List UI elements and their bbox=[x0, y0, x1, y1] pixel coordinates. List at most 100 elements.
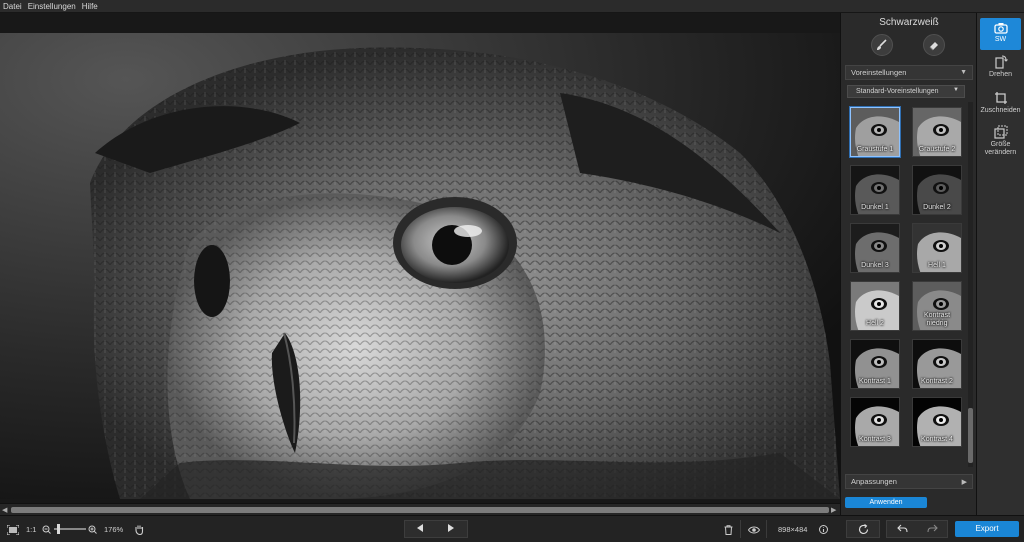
triangle-left-icon bbox=[417, 524, 423, 532]
menu-file[interactable]: Datei bbox=[0, 2, 25, 11]
zoom-out-button[interactable] bbox=[42, 516, 51, 542]
strip-item-sw[interactable]: SW bbox=[980, 18, 1021, 50]
preset-label: Dunkel 1 bbox=[861, 204, 889, 211]
strip-item-label: Größe verändern bbox=[984, 141, 1017, 156]
horizontal-scrollbar[interactable]: ◀ ▶ bbox=[0, 503, 840, 515]
undo-icon bbox=[896, 524, 908, 532]
hand-icon bbox=[135, 525, 144, 535]
preset-thumbnail[interactable]: Graustufe 1 bbox=[850, 107, 900, 157]
hand-tool-button[interactable] bbox=[134, 516, 144, 542]
strip-item-label: SW bbox=[994, 36, 1007, 43]
actual-size-button[interactable]: 1:1 bbox=[26, 516, 36, 542]
preset-label: Dunkel 3 bbox=[861, 262, 889, 269]
preset-dropdown[interactable]: Standard-Voreinstellungen ▼ bbox=[847, 85, 965, 98]
info-button[interactable] bbox=[819, 516, 828, 542]
strip-item-rotate[interactable]: Drehen bbox=[980, 55, 1021, 85]
preset-scrollbar-thumb[interactable] bbox=[968, 408, 973, 463]
preset-thumbnail[interactable]: Hell 2 bbox=[850, 281, 900, 331]
preset-label: Dunkel 2 bbox=[923, 204, 951, 211]
camera-icon bbox=[993, 23, 1008, 34]
zoom-in-icon bbox=[88, 525, 97, 534]
eye-icon bbox=[748, 526, 760, 533]
refresh-icon bbox=[858, 523, 868, 534]
preset-label: Kontrast 3 bbox=[859, 436, 891, 443]
reset-button[interactable] bbox=[846, 520, 880, 538]
rotate-icon bbox=[994, 55, 1008, 69]
adjustments-section-header[interactable]: Anpassungen ▶ bbox=[845, 474, 973, 489]
presets-section-label: Voreinstellungen bbox=[851, 68, 907, 77]
fit-screen-button[interactable] bbox=[7, 516, 19, 542]
resize-icon bbox=[993, 125, 1007, 139]
image-navigation bbox=[404, 520, 468, 538]
zoom-slider-knob[interactable] bbox=[57, 524, 60, 534]
fit-screen-icon bbox=[7, 524, 19, 535]
trash-icon bbox=[724, 524, 733, 535]
adjustments-section-label: Anpassungen bbox=[851, 477, 897, 486]
divider bbox=[766, 520, 767, 538]
scrollbar-thumb[interactable] bbox=[11, 507, 829, 513]
delete-button[interactable] bbox=[724, 516, 733, 542]
preset-label: Hell 2 bbox=[866, 320, 884, 327]
strip-item-resize[interactable]: Größe verändern bbox=[980, 125, 1021, 159]
preset-label: Graustufe 2 bbox=[918, 146, 956, 153]
preset-dropdown-value: Standard-Voreinstellungen bbox=[856, 88, 939, 95]
preset-thumbnail[interactable]: Kontrast niedrig bbox=[912, 281, 962, 331]
tool-strip: SW Drehen Zuschneiden Größe verändern bbox=[976, 13, 1024, 515]
triangle-right-icon bbox=[448, 524, 454, 532]
preset-label: Kontrast 1 bbox=[859, 378, 891, 385]
image-dimensions: 898×484 bbox=[778, 525, 808, 534]
preset-thumbnail[interactable]: Dunkel 1 bbox=[850, 165, 900, 215]
eraser-icon bbox=[929, 42, 938, 51]
photo-preview bbox=[0, 33, 840, 499]
preset-scrollbar[interactable] bbox=[968, 102, 973, 467]
preset-thumbnail[interactable]: Kontrast 2 bbox=[912, 339, 962, 389]
compare-view-button[interactable] bbox=[748, 516, 760, 542]
preset-thumbnail[interactable]: Kontrast 4 bbox=[912, 397, 962, 447]
preset-thumbnail[interactable]: Dunkel 3 bbox=[850, 223, 900, 273]
previous-image-button[interactable] bbox=[417, 524, 424, 534]
zoom-in-button[interactable] bbox=[88, 516, 97, 542]
menu-bar: Datei Einstellungen Hilfe bbox=[0, 0, 1024, 13]
divider bbox=[740, 520, 741, 538]
caret-down-icon: ▼ bbox=[953, 87, 959, 93]
chevron-down-icon: ▼ bbox=[960, 69, 967, 76]
preset-thumbnail[interactable]: Hell 1 bbox=[912, 223, 962, 273]
scroll-right-icon[interactable]: ▶ bbox=[831, 506, 836, 514]
strip-item-label: Zuschneiden bbox=[980, 107, 1021, 114]
zoom-level: 176% bbox=[104, 525, 124, 534]
crop-icon bbox=[994, 92, 1007, 104]
strip-item-label: Drehen bbox=[989, 71, 1012, 78]
app-window: Datei Einstellungen Hilfe ◀ ▶ Schwarzwei… bbox=[0, 0, 1024, 542]
export-button[interactable]: Export bbox=[955, 521, 1019, 537]
history-controls bbox=[886, 520, 948, 538]
brush-icon bbox=[877, 39, 887, 50]
apply-button[interactable]: Anwenden bbox=[845, 497, 927, 508]
info-icon bbox=[819, 525, 828, 534]
presets-section-header[interactable]: Voreinstellungen ▼ bbox=[845, 65, 973, 80]
effect-panel: Schwarzweiß Voreinstellungen ▼ Standard-… bbox=[840, 13, 976, 515]
brush-button[interactable] bbox=[871, 34, 893, 56]
scroll-left-icon[interactable]: ◀ bbox=[2, 506, 7, 514]
redo-button[interactable] bbox=[926, 524, 938, 535]
preset-label: Kontrast 4 bbox=[921, 436, 953, 443]
panel-title: Schwarzweiß bbox=[879, 17, 939, 28]
preset-thumbnail[interactable]: Dunkel 2 bbox=[912, 165, 962, 215]
strip-item-crop[interactable]: Zuschneiden bbox=[980, 91, 1021, 121]
preset-thumbnail[interactable]: Graustufe 2 bbox=[912, 107, 962, 157]
zoom-out-icon bbox=[42, 525, 51, 534]
chevron-right-icon: ▶ bbox=[961, 479, 967, 486]
menu-settings[interactable]: Einstellungen bbox=[25, 2, 79, 11]
image-canvas[interactable] bbox=[0, 13, 840, 503]
preset-grid: Graustufe 1 Graustufe 2 Dunkel 1 Dunkel 2 Du… bbox=[845, 102, 967, 467]
eraser-button[interactable] bbox=[923, 34, 945, 56]
preset-thumbnail[interactable]: Kontrast 1 bbox=[850, 339, 900, 389]
redo-icon bbox=[926, 524, 938, 532]
preset-thumbnail[interactable]: Kontrast 3 bbox=[850, 397, 900, 447]
preset-label: Kontrast niedrig bbox=[923, 312, 951, 327]
undo-button[interactable] bbox=[896, 524, 908, 535]
next-image-button[interactable] bbox=[448, 524, 455, 534]
menu-help[interactable]: Hilfe bbox=[79, 2, 101, 11]
preset-label: Kontrast 2 bbox=[921, 378, 953, 385]
preset-label: Graustufe 1 bbox=[856, 146, 894, 153]
preset-label: Hell 1 bbox=[928, 262, 946, 269]
